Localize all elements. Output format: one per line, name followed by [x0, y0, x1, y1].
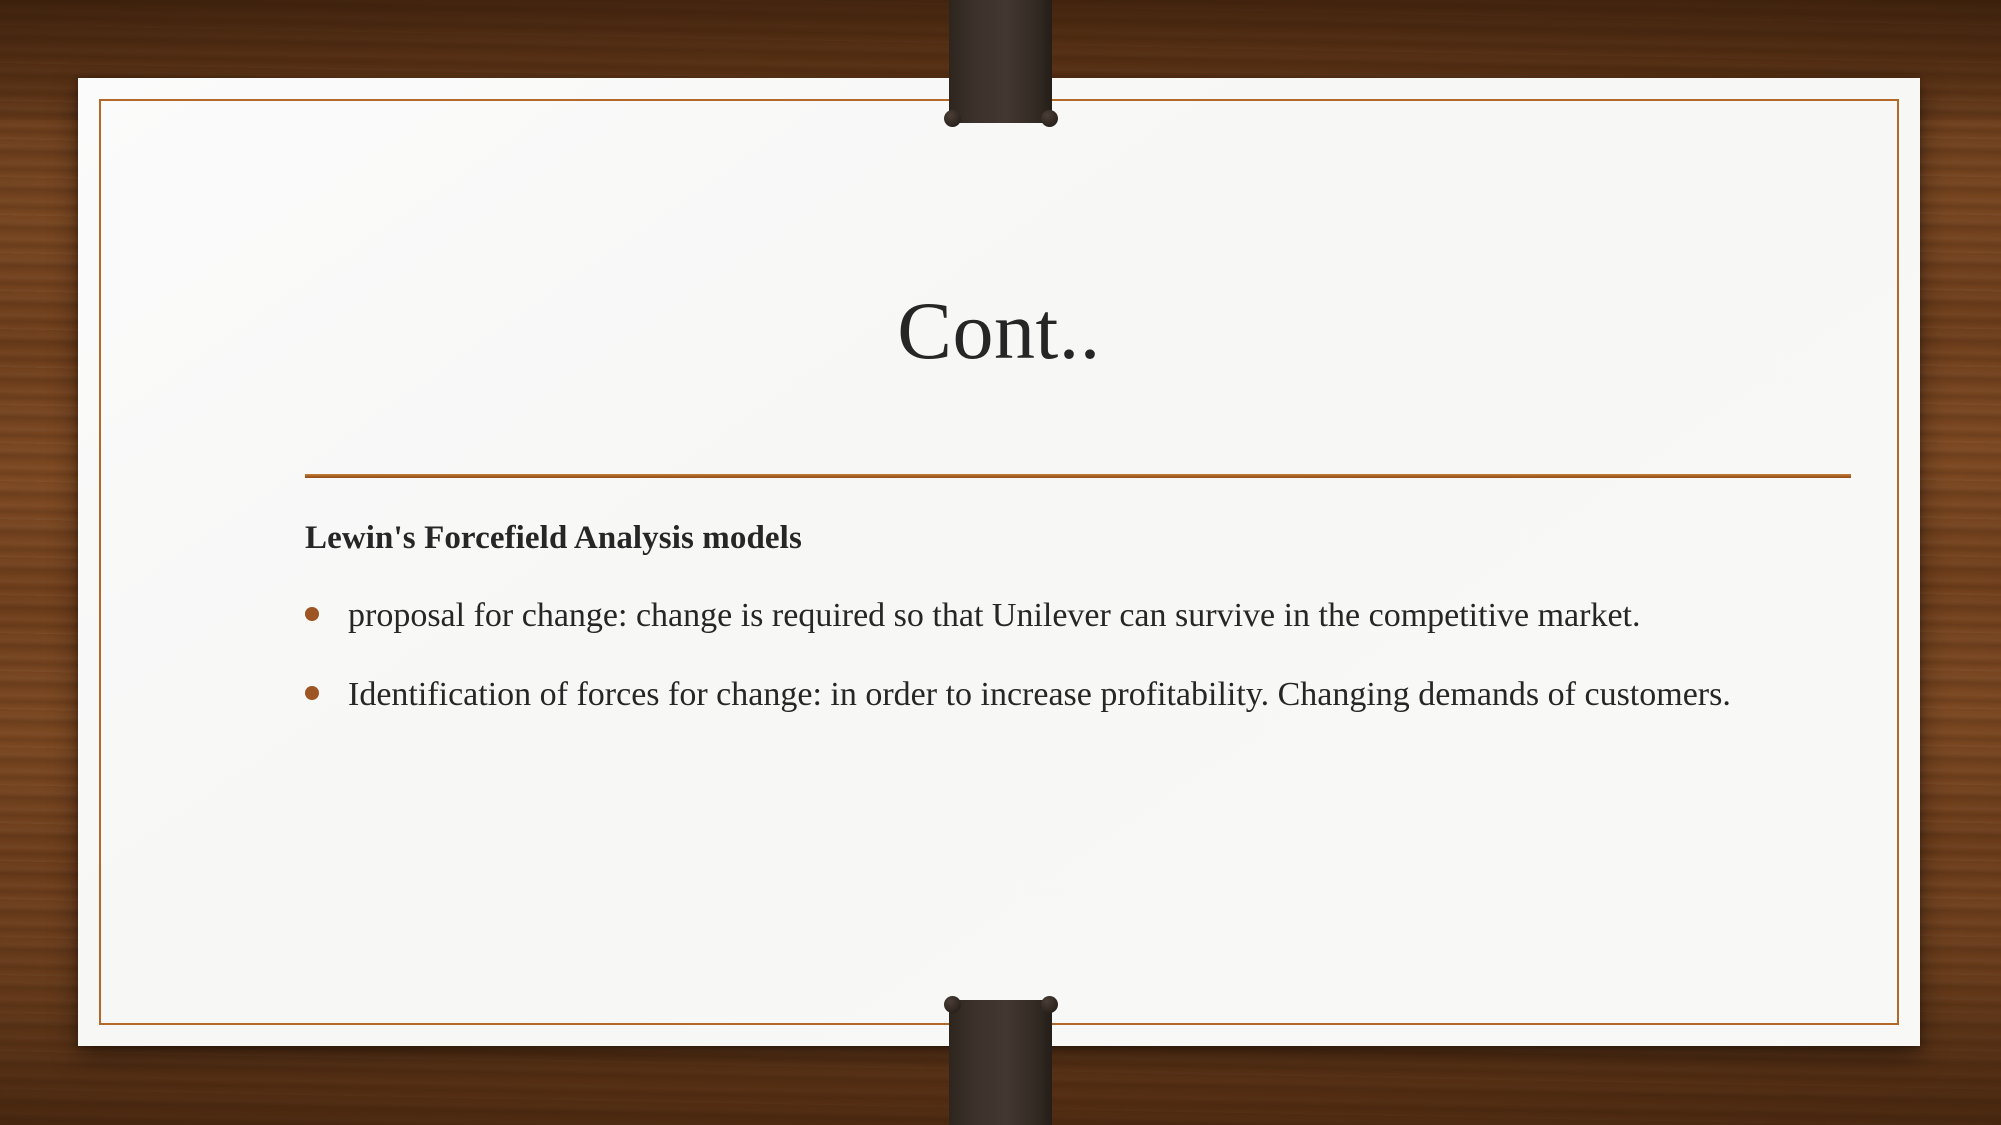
bullet-dot-icon — [305, 607, 319, 622]
slide-body: Lewin's Forcefield Analysis models propo… — [305, 518, 1853, 747]
slide-content: Cont.. Lewin's Forcefield Analysis model… — [78, 78, 1920, 1046]
slide-title: Cont.. — [897, 285, 1101, 376]
bullet-dot-icon — [305, 685, 319, 700]
strap-knob-bottom-left-icon — [944, 996, 961, 1013]
bullet-list-item: proposal for change: change is required … — [305, 590, 1853, 642]
bullet-text: proposal for change: change is required … — [348, 597, 1641, 635]
slide-card: Cont.. Lewin's Forcefield Analysis model… — [78, 78, 1920, 1046]
strap-knob-top-right-icon — [1041, 110, 1058, 127]
presentation-slide: Cont.. Lewin's Forcefield Analysis model… — [0, 0, 2001, 1125]
body-heading: Lewin's Forcefield Analysis models — [305, 520, 802, 556]
strap-knob-top-left-icon — [944, 110, 961, 127]
bullet-list-item: Identification of forces for change: in … — [305, 669, 1853, 721]
ribbon-strap-bottom-icon — [949, 1000, 1052, 1125]
ribbon-strap-top-icon — [949, 0, 1052, 123]
bullet-text: Identification of forces for change: in … — [348, 675, 1731, 713]
title-divider-rule — [305, 474, 1851, 478]
strap-knob-bottom-right-icon — [1041, 996, 1058, 1013]
